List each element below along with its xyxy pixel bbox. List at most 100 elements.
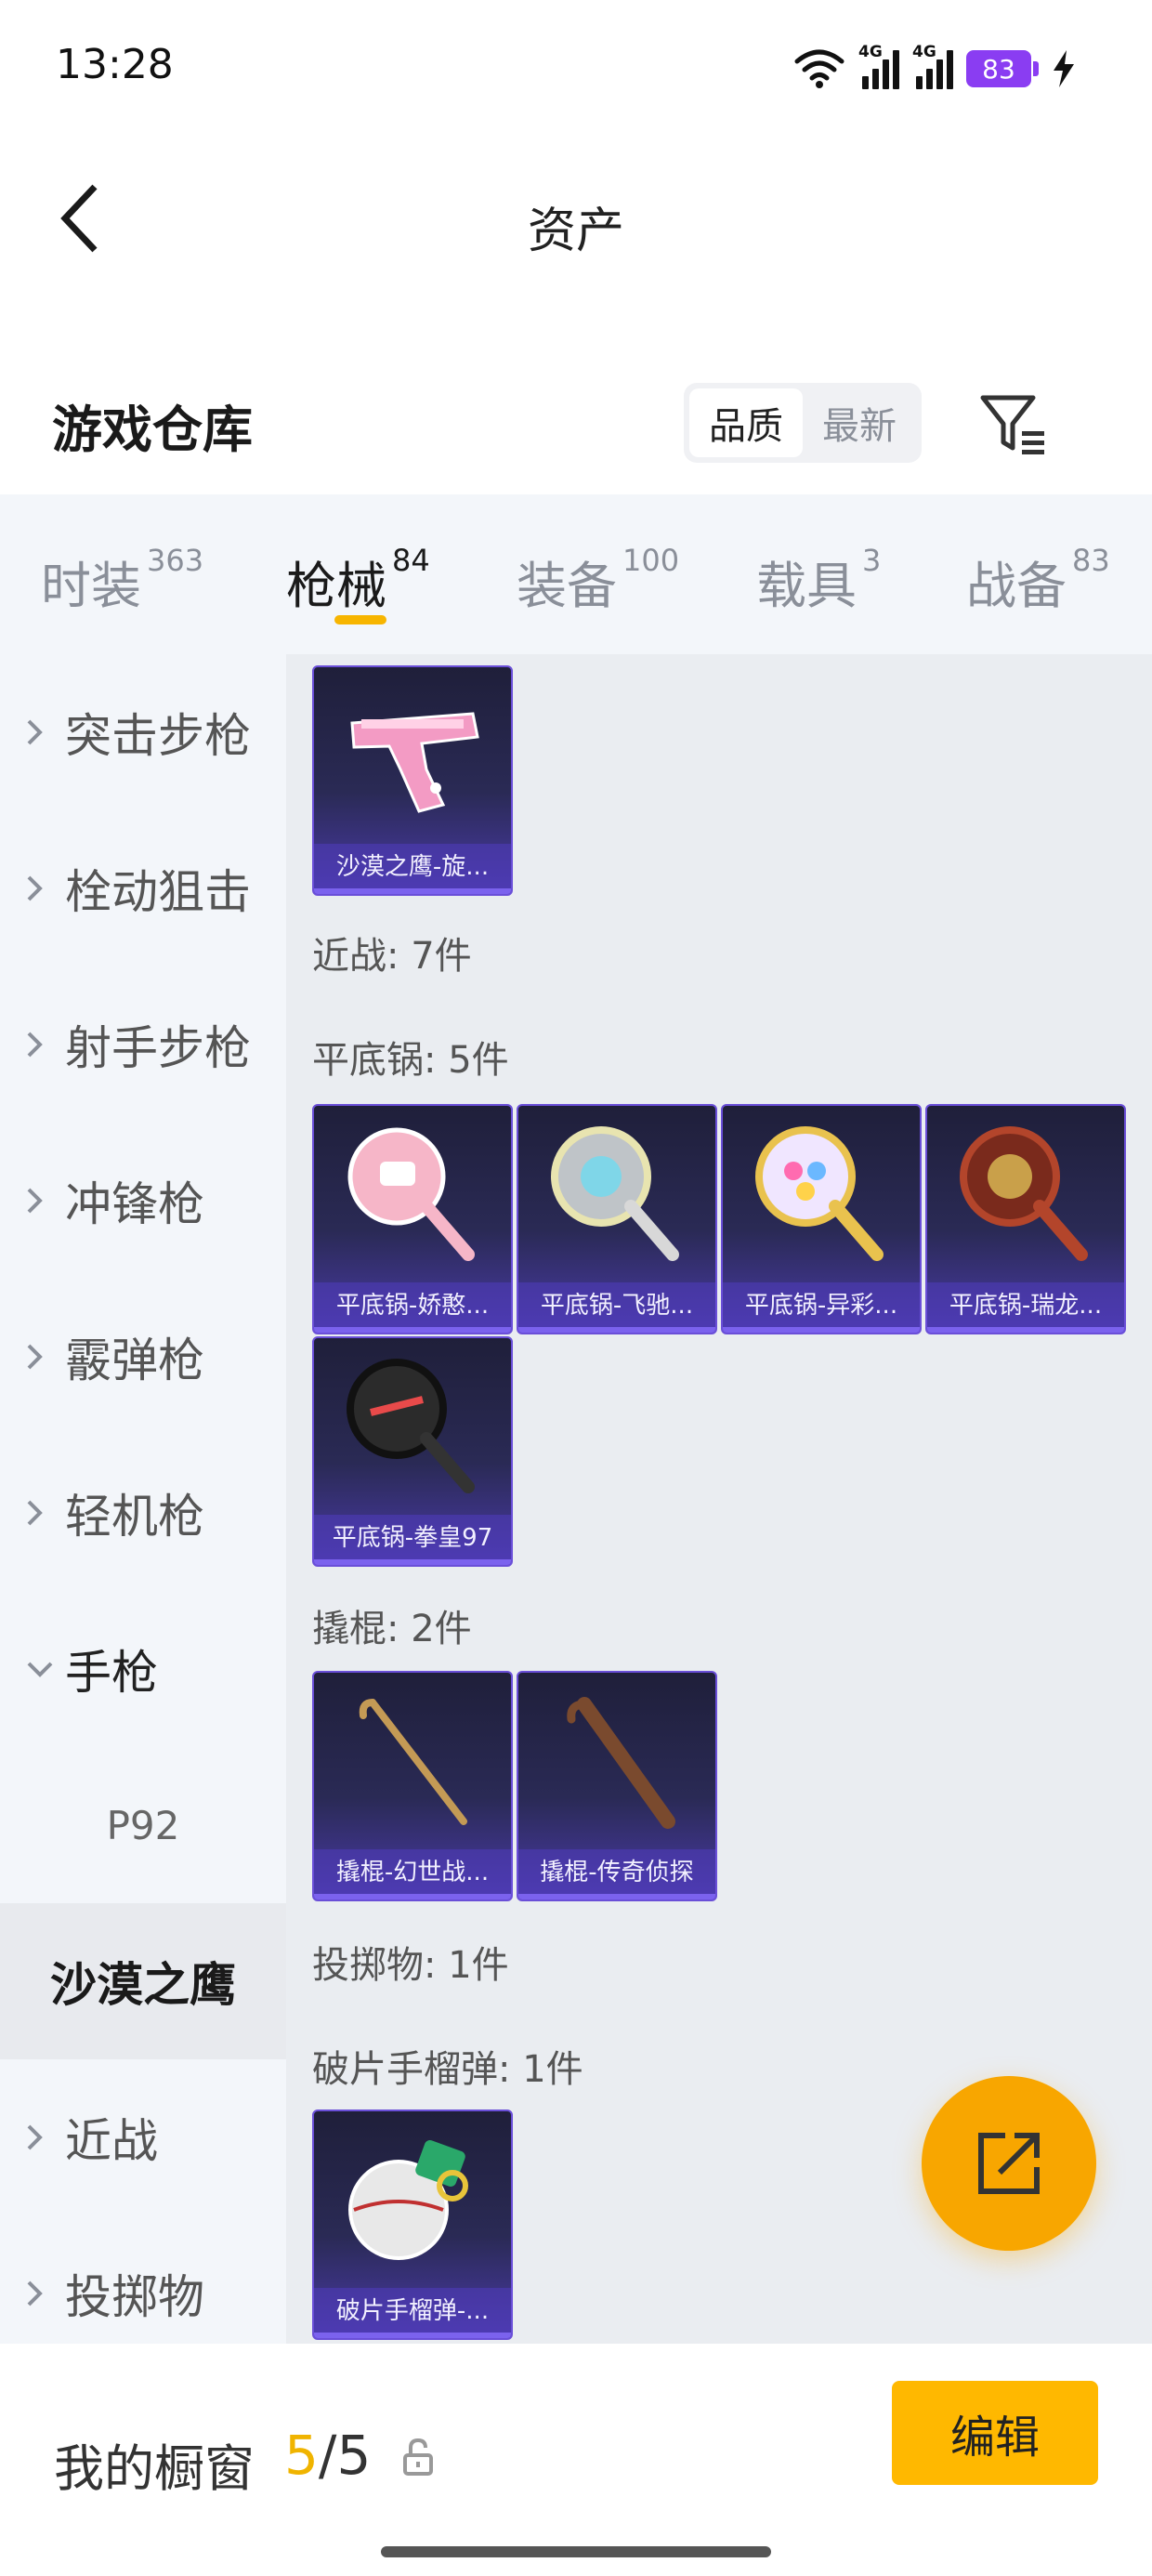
item-card[interactable]: 平底锅-拳皇97 — [312, 1336, 513, 1567]
item-label: 沙漠之鹰-旋... — [314, 844, 511, 894]
item-card[interactable]: 平底锅-飞驰... — [517, 1104, 717, 1334]
pan-icon — [927, 1106, 1124, 1282]
sort-toggle: 品质 最新 — [684, 383, 922, 463]
active-tab-indicator — [334, 615, 386, 624]
item-label: 平底锅-瑞龙... — [927, 1282, 1124, 1333]
sidebar-subitem-p92[interactable]: P92 — [0, 1747, 286, 1903]
item-label: 平底锅-异彩... — [723, 1282, 920, 1333]
group-title-crowbar: 撬棍: 2件 — [312, 1608, 472, 1650]
item-card[interactable]: 撬棍-幻世战... — [312, 1671, 513, 1901]
wifi-icon — [794, 49, 844, 88]
tab-label: 战备 — [966, 557, 1067, 615]
sidebar-item-pistol[interactable]: 手枪 — [0, 1591, 286, 1747]
pan-icon — [723, 1106, 920, 1282]
tab-label: 载具 — [756, 557, 857, 615]
tab-count: 100 — [622, 543, 680, 578]
sidebar-item-label: 突击步枪 — [65, 709, 251, 763]
status-bar: 13:28 4G 4G 83 — [0, 0, 1152, 139]
chevron-right-icon — [26, 1499, 54, 1527]
tab-label: 枪械 — [286, 557, 386, 615]
chevron-right-icon — [26, 874, 54, 902]
chevron-right-icon — [26, 2123, 54, 2151]
tab-label: 装备 — [517, 557, 617, 615]
pan-icon — [314, 1338, 511, 1515]
sidebar-subitem-desert-eagle[interactable]: 沙漠之鹰 — [0, 1903, 286, 2059]
tab-fashion[interactable]: 时装 363 — [41, 543, 204, 628]
item-label: 撬棍-传奇侦探 — [518, 1849, 715, 1899]
sidebar-item-label: 近战 — [65, 2114, 158, 2168]
group-title-throwables: 投掷物: 1件 — [312, 1944, 509, 1987]
lock-icon — [403, 2438, 433, 2476]
item-card[interactable]: 平底锅-娇憨... — [312, 1104, 513, 1334]
battery-icon: 83 — [966, 50, 1039, 87]
tab-vehicles[interactable]: 载具 3 — [756, 543, 882, 628]
sidebar-item-bolt-sniper[interactable]: 栓动狙击 — [0, 810, 286, 966]
share-icon — [978, 2133, 1040, 2194]
sidebar-item-label: 投掷物 — [65, 2270, 204, 2324]
tab-label: 时装 — [41, 557, 141, 615]
item-card[interactable]: 沙漠之鹰-旋... — [312, 665, 513, 896]
sidebar-item-label: 轻机枪 — [65, 1490, 204, 1544]
status-icons: 4G 4G 83 — [793, 41, 1076, 97]
share-button[interactable] — [922, 2076, 1096, 2251]
pan-icon — [518, 1106, 715, 1282]
warehouse-header: 游戏仓库 品质 最新 — [0, 362, 1152, 483]
app-header: 资产 — [0, 139, 1152, 297]
tab-count: 84 — [392, 543, 430, 578]
sidebar-item-lmg[interactable]: 轻机枪 — [0, 1435, 286, 1591]
tab-supplies[interactable]: 战备 83 — [966, 543, 1110, 628]
tab-equipment[interactable]: 装备 100 — [517, 543, 680, 628]
chevron-right-icon — [26, 2280, 54, 2307]
tab-count: 363 — [147, 543, 204, 578]
sidebar-item-smg[interactable]: 冲锋枪 — [0, 1123, 286, 1279]
sort-newest-option[interactable]: 最新 — [803, 388, 916, 457]
umbrella-icon — [518, 1673, 715, 1849]
item-label: 撬棍-幻世战... — [314, 1849, 511, 1899]
charging-icon — [1054, 50, 1074, 87]
page-title: 资产 — [527, 204, 624, 259]
grenade-icon — [314, 2111, 511, 2288]
home-indicator — [381, 2546, 771, 2557]
sidebar-item-assault-rifle[interactable]: 突击步枪 — [0, 654, 286, 810]
chevron-right-icon — [26, 718, 54, 746]
item-card[interactable]: 平底锅-瑞龙... — [925, 1104, 1126, 1334]
edit-button[interactable]: 编辑 — [892, 2381, 1098, 2485]
signal-icon: 4G — [858, 43, 899, 89]
showcase-current: 5 — [284, 2424, 319, 2487]
showcase-count: 5/5 — [284, 2424, 371, 2487]
sidebar-item-melee[interactable]: 近战 — [0, 2059, 286, 2215]
sidebar-item-marksman-rifle[interactable]: 射手步枪 — [0, 966, 286, 1123]
item-label: 破片手榴弹-... — [314, 2288, 511, 2338]
tab-count: 3 — [862, 543, 882, 578]
showcase-bar: 我的橱窗 5/5 编辑 — [0, 2344, 1152, 2576]
sidebar-item-label: 冲锋枪 — [65, 1177, 204, 1231]
category-sidebar: 突击步枪 栓动狙击 射手步枪 冲锋枪 霰弹枪 轻机枪 手枪 P92 沙漠之鹰 近… — [0, 654, 286, 2344]
showcase-total: 5 — [336, 2424, 372, 2487]
warehouse-title: 游戏仓库 — [52, 401, 253, 459]
sort-quality-option[interactable]: 品质 — [689, 388, 803, 457]
item-card[interactable]: 撬棍-传奇侦探 — [517, 1671, 717, 1901]
chevron-right-icon — [26, 1187, 54, 1215]
showcase-separator: / — [318, 2424, 337, 2487]
sidebar-item-label: 霰弹枪 — [65, 1334, 204, 1387]
group-title-pan: 平底锅: 5件 — [312, 1039, 509, 1082]
sidebar-item-shotgun[interactable]: 霰弹枪 — [0, 1279, 286, 1435]
pan-icon — [314, 1106, 511, 1282]
network-type: 4G — [858, 43, 883, 61]
chevron-right-icon — [26, 1031, 54, 1058]
status-time: 13:28 — [56, 41, 174, 88]
sidebar-item-label: 射手步枪 — [65, 1021, 251, 1075]
item-label: 平底锅-飞驰... — [518, 1282, 715, 1333]
sidebar-item-label: 手枪 — [65, 1646, 158, 1700]
battery-level: 83 — [966, 50, 1031, 87]
category-tabs: 时装 363 枪械 84 装备 100 载具 3 战备 83 — [0, 494, 1152, 654]
chevron-down-icon — [26, 1661, 54, 1677]
item-card[interactable]: 破片手榴弹-... — [312, 2109, 513, 2340]
item-card[interactable]: 平底锅-异彩... — [721, 1104, 922, 1334]
pistol-icon — [314, 667, 511, 844]
filter-icon — [980, 395, 1044, 454]
tab-count: 83 — [1072, 543, 1110, 578]
filter-button[interactable] — [975, 387, 1050, 461]
group-title-melee: 近战: 7件 — [312, 935, 472, 978]
showcase-label: 我的橱窗 — [54, 2439, 255, 2498]
